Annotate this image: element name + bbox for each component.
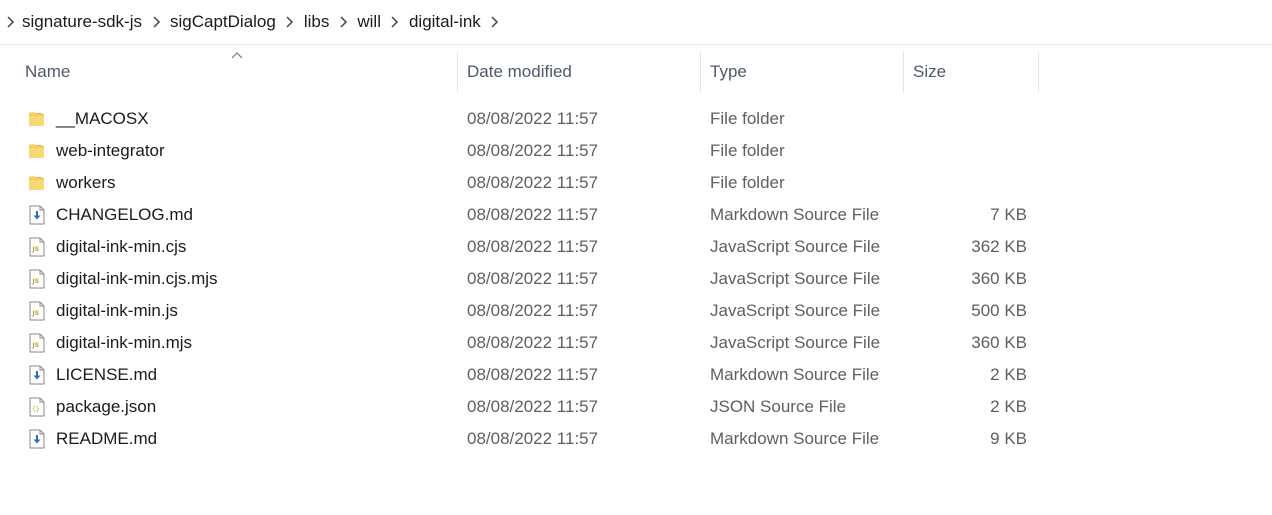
column-header-row: Name Date modified Type Size bbox=[0, 45, 1272, 93]
chevron-right-icon[interactable] bbox=[144, 16, 168, 28]
markdown-file-icon bbox=[29, 429, 45, 449]
markdown-file-icon bbox=[29, 365, 45, 385]
breadcrumb: signature-sdk-js sigCaptDialog libs will… bbox=[0, 0, 1272, 45]
file-type: File folder bbox=[710, 173, 785, 192]
chevron-right-icon[interactable] bbox=[331, 16, 355, 28]
file-name: digital-ink-min.js bbox=[56, 301, 178, 320]
file-name: digital-ink-min.cjs bbox=[56, 237, 187, 256]
file-row[interactable]: web-integrator 08/08/2022 11:57 File folde… bbox=[0, 135, 1040, 167]
file-date-modified: 08/08/2022 11:57 bbox=[467, 109, 599, 128]
js-file-icon: JS bbox=[29, 269, 45, 289]
column-header-type[interactable]: Type bbox=[701, 52, 904, 92]
file-size: 362 KB bbox=[971, 237, 1027, 256]
file-row[interactable]: __MACOSX 08/08/2022 11:57 File folder bbox=[0, 103, 1040, 135]
svg-text:JS: JS bbox=[32, 278, 40, 285]
file-size: 9 KB bbox=[990, 429, 1027, 448]
file-date-modified: 08/08/2022 11:57 bbox=[467, 269, 599, 288]
column-header-size[interactable]: Size bbox=[904, 52, 1039, 92]
file-date-modified: 08/08/2022 11:57 bbox=[467, 237, 599, 256]
file-name: CHANGELOG.md bbox=[56, 205, 193, 224]
file-size: 500 KB bbox=[971, 301, 1027, 320]
file-name: package.json bbox=[56, 397, 157, 416]
file-date-modified: 08/08/2022 11:57 bbox=[467, 365, 599, 384]
file-name: LICENSE.md bbox=[56, 365, 158, 384]
file-list: __MACOSX 08/08/2022 11:57 File folder web-… bbox=[0, 103, 1272, 455]
column-header-date-modified[interactable]: Date modified bbox=[458, 52, 701, 92]
file-name: web-integrator bbox=[56, 141, 165, 160]
svg-text:{}: {} bbox=[32, 405, 40, 413]
breadcrumb-item-sigcaptdialog[interactable]: sigCaptDialog bbox=[168, 12, 278, 32]
json-file-icon: {} bbox=[29, 397, 45, 417]
svg-text:JS: JS bbox=[32, 342, 40, 349]
file-type: File folder bbox=[710, 141, 785, 160]
file-type: Markdown Source File bbox=[710, 205, 880, 224]
breadcrumb-item-digital-ink[interactable]: digital-ink bbox=[407, 12, 483, 32]
chevron-right-icon[interactable] bbox=[383, 16, 407, 28]
file-date-modified: 08/08/2022 11:57 bbox=[467, 429, 599, 448]
file-size: 2 KB bbox=[990, 397, 1027, 416]
file-row[interactable]: JS digital-ink-min.cjs 08/08/2022 11:57 Ja… bbox=[0, 231, 1040, 263]
js-file-icon: JS bbox=[29, 301, 45, 321]
file-size: 7 KB bbox=[990, 205, 1027, 224]
chevron-right-icon[interactable] bbox=[278, 16, 302, 28]
file-date-modified: 08/08/2022 11:57 bbox=[467, 397, 599, 416]
file-date-modified: 08/08/2022 11:57 bbox=[467, 205, 599, 224]
file-date-modified: 08/08/2022 11:57 bbox=[467, 301, 599, 320]
file-row[interactable]: LICENSE.md 08/08/2022 11:57 Markdown Sourc… bbox=[0, 359, 1040, 391]
file-size: 2 KB bbox=[990, 365, 1027, 384]
file-row[interactable]: CHANGELOG.md 08/08/2022 11:57 Markdown Sou… bbox=[0, 199, 1040, 231]
file-name: README.md bbox=[56, 429, 158, 448]
file-row[interactable]: {} package.json 08/08/2022 11:57 JSON Sour… bbox=[0, 391, 1040, 423]
folder-icon bbox=[29, 176, 44, 190]
file-name: workers bbox=[56, 173, 116, 192]
file-type: Markdown Source File bbox=[710, 365, 880, 384]
js-file-icon: JS bbox=[29, 237, 45, 257]
chevron-right-icon[interactable] bbox=[0, 16, 20, 28]
chevron-right-icon[interactable] bbox=[483, 16, 507, 28]
file-row[interactable]: JS digital-ink-min.cjs.mjs 08/08/2022 11:… bbox=[0, 263, 1040, 295]
file-name: digital-ink-min.mjs bbox=[56, 333, 193, 352]
column-header-name[interactable]: Name bbox=[16, 52, 458, 92]
file-date-modified: 08/08/2022 11:57 bbox=[467, 173, 599, 192]
file-date-modified: 08/08/2022 11:57 bbox=[467, 141, 599, 160]
folder-icon bbox=[29, 144, 44, 158]
breadcrumb-item-will[interactable]: will bbox=[355, 12, 383, 32]
file-size: 360 KB bbox=[971, 269, 1027, 288]
file-name: digital-ink-min.cjs.mjs bbox=[56, 269, 218, 288]
file-name: __MACOSX bbox=[56, 109, 149, 128]
js-file-icon: JS bbox=[29, 333, 45, 353]
svg-text:JS: JS bbox=[32, 246, 40, 253]
svg-text:JS: JS bbox=[32, 310, 40, 317]
file-size: 360 KB bbox=[971, 333, 1027, 352]
breadcrumb-item-libs[interactable]: libs bbox=[302, 12, 332, 32]
file-type: JavaScript Source File bbox=[710, 269, 881, 288]
file-type: JavaScript Source File bbox=[710, 333, 881, 352]
file-row[interactable]: README.md 08/08/2022 11:57 Markdown Source… bbox=[0, 423, 1040, 455]
file-row[interactable]: JS digital-ink-min.js 08/08/2022 11:57 Jav… bbox=[0, 295, 1040, 327]
folder-icon bbox=[29, 112, 44, 126]
file-type: JavaScript Source File bbox=[710, 237, 881, 256]
file-date-modified: 08/08/2022 11:57 bbox=[467, 333, 599, 352]
breadcrumb-item-signature-sdk-js[interactable]: signature-sdk-js bbox=[20, 12, 144, 32]
file-type: Markdown Source File bbox=[710, 429, 880, 448]
file-row[interactable]: JS digital-ink-min.mjs 08/08/2022 11:57 Ja… bbox=[0, 327, 1040, 359]
file-row[interactable]: workers 08/08/2022 11:57 File folder bbox=[0, 167, 1040, 199]
markdown-file-icon bbox=[29, 205, 45, 225]
file-type: File folder bbox=[710, 109, 785, 128]
file-type: JSON Source File bbox=[710, 397, 847, 416]
file-type: JavaScript Source File bbox=[710, 301, 881, 320]
